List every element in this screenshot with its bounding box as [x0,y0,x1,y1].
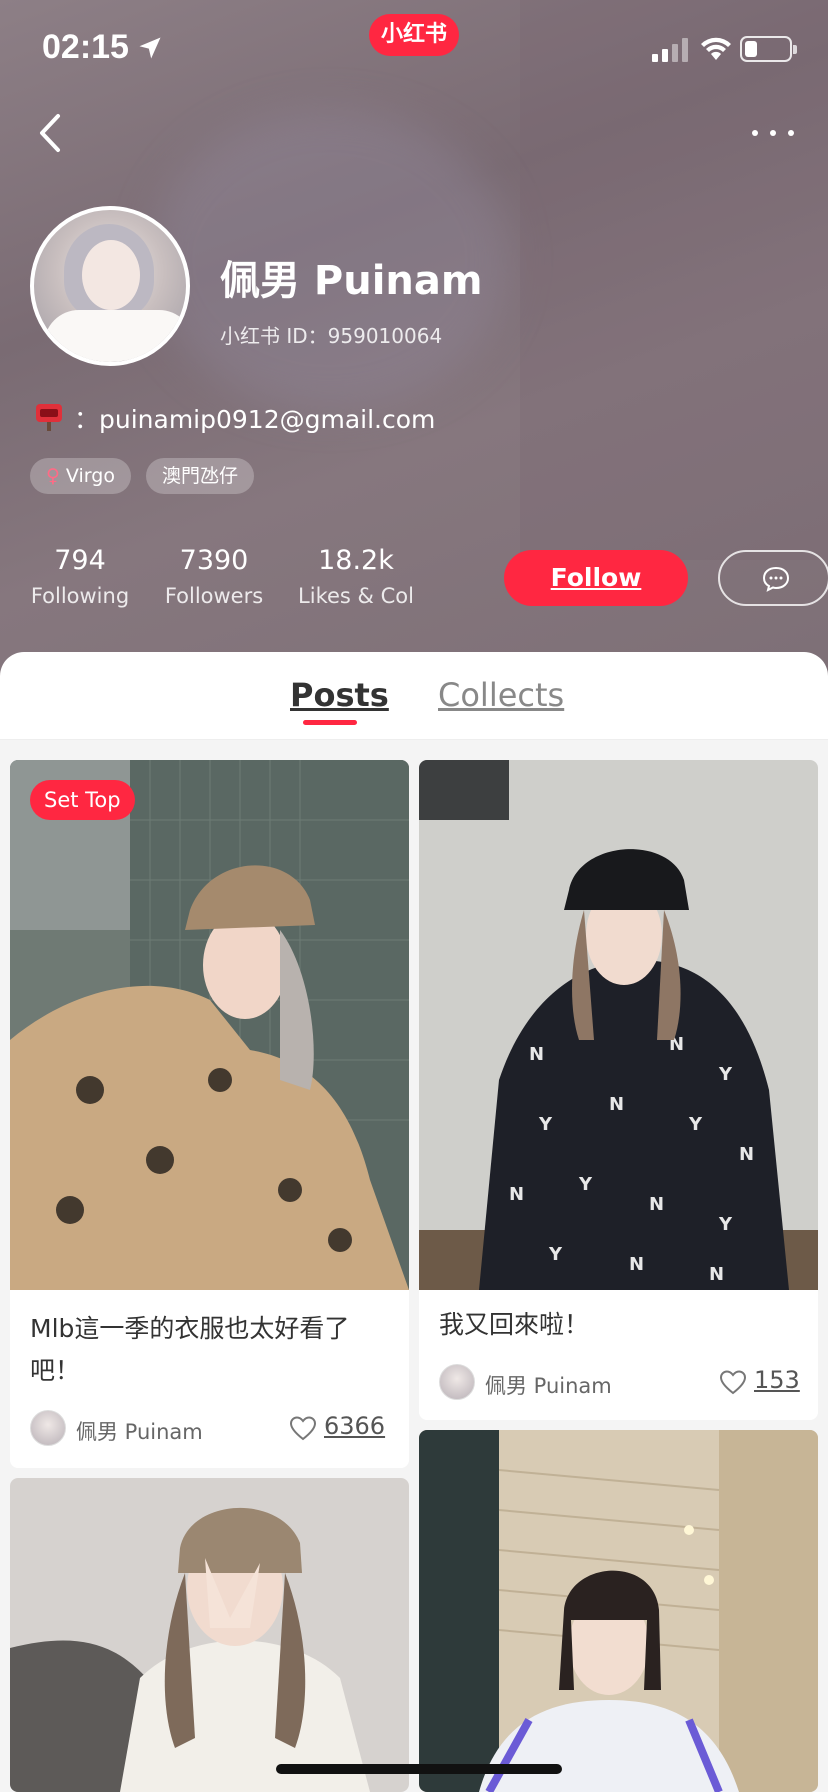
battery-icon [740,36,797,62]
more-options-icon[interactable] [748,112,798,152]
brand-badge: 小红书 [369,14,459,56]
svg-text:N: N [509,1184,524,1205]
location-tag: 澳門氹仔 [146,458,255,494]
status-bar: 02:15 小红书 [0,0,828,96]
stat-followers-label: Followers [164,584,264,608]
profile-id: 小红书 ID：959010064 [220,324,443,348]
mailbox-icon [36,404,62,431]
wifi-icon [701,37,731,60]
svg-text:N: N [529,1044,544,1065]
stat-likes-label: Likes & Col [298,584,414,608]
stat-following-label: Following [30,584,130,608]
stat-followers[interactable]: 7390 Followers [162,545,266,608]
profile-email: ：puinamip0912@gmail.com [74,405,436,434]
tab-collects[interactable]: Collects [438,676,564,714]
post-card[interactable] [10,1478,409,1792]
heart-icon[interactable] [289,1415,317,1441]
follow-button[interactable]: Follow [504,550,688,606]
svg-text:Y: Y [718,1064,733,1085]
profile-header: 02:15 小红书 佩男 Puinam 小红书 ID：959010064 ：pu… [0,0,828,700]
like-count: 6366 [324,1412,386,1440]
post-image [10,760,409,1290]
tab-posts[interactable]: Posts [290,676,389,714]
avatar[interactable] [30,206,190,366]
post-image [419,1430,818,1792]
cellular-signal-icon [652,38,688,62]
set-top-badge: Set Top [30,780,135,820]
svg-text:N: N [709,1264,724,1285]
stat-following-value: 794 [54,545,106,576]
message-button[interactable] [718,550,828,606]
female-icon: ♀ [46,465,60,487]
post-card[interactable] [419,1430,818,1792]
zodiac-label: Virgo [65,465,115,487]
svg-text:Y: Y [578,1174,593,1195]
chat-bubble-icon [762,566,790,592]
heart-icon[interactable] [719,1369,747,1395]
post-title: Mlb這一季的衣服也太好看了吧！ [30,1314,350,1385]
active-tab-indicator [303,720,357,725]
post-card[interactable]: Set Top Mlb這一季的衣服也太好看了吧！ 佩男 Puinam 6366 [10,760,409,1468]
home-indicator[interactable] [276,1764,562,1774]
stat-likes[interactable]: 18.2k Likes & Col [296,545,416,608]
stat-likes-value: 18.2k [318,545,394,576]
back-arrow-icon[interactable] [30,108,70,158]
svg-text:Y: Y [538,1114,553,1135]
svg-text:N: N [629,1254,644,1275]
svg-text:Y: Y [548,1244,563,1265]
svg-text:N: N [739,1144,754,1165]
post-author: 佩男 Puinam [76,1420,203,1444]
post-image: NYNY YNYN NYNY YNN [419,760,818,1290]
profile-name: 佩男 Puinam [220,258,483,304]
svg-text:Y: Y [688,1114,703,1135]
author-avatar [30,1410,66,1446]
post-card[interactable]: NYNY YNYN NYNY YNN 我又回來啦！ 佩男 Puinam 153 [419,760,818,1420]
author-avatar [439,1364,475,1400]
location-label: 澳門氹仔 [162,465,239,487]
like-count: 153 [754,1366,800,1394]
post-author: 佩男 Puinam [485,1374,612,1398]
status-time: 02:15 [42,28,129,66]
post-image [10,1478,409,1792]
content-tabs: Posts Collects [0,652,828,740]
post-title: 我又回來啦！ [439,1310,590,1339]
location-arrow-icon [139,37,161,59]
svg-text:Y: Y [718,1214,733,1235]
stat-following[interactable]: 794 Following [30,545,130,608]
stat-followers-value: 7390 [179,545,249,576]
svg-text:N: N [609,1094,624,1115]
zodiac-tag: ♀ Virgo [30,458,131,494]
svg-text:N: N [649,1194,664,1215]
